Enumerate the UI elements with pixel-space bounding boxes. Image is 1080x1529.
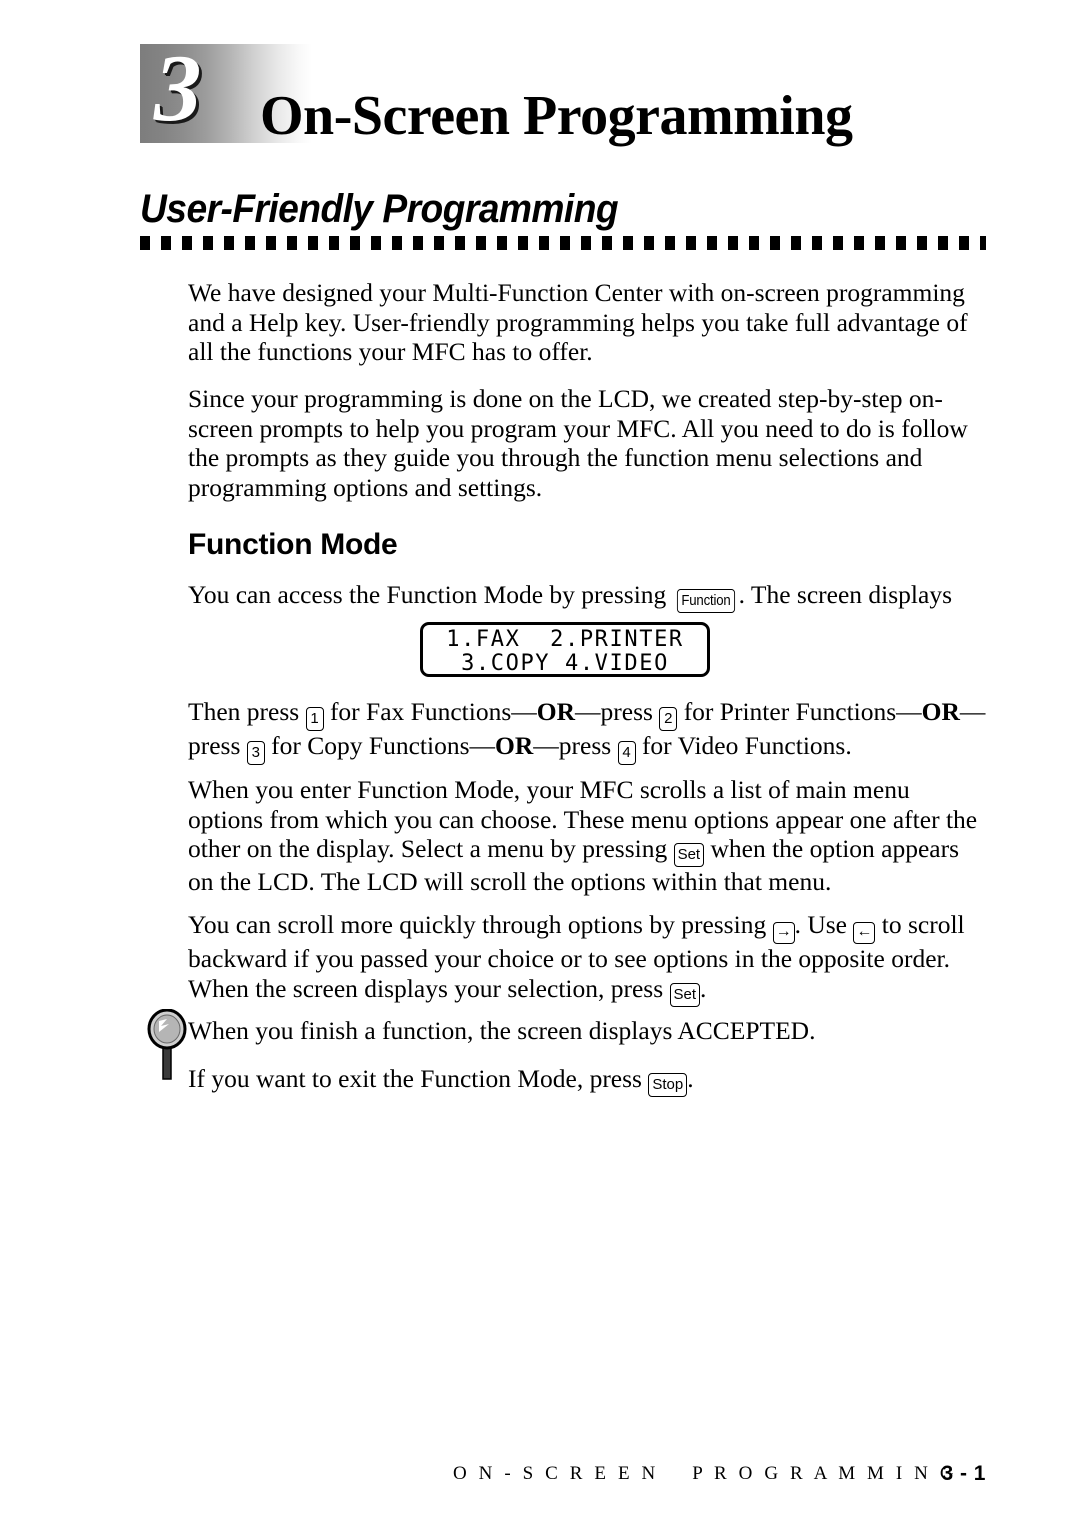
text-fragment: —press — [575, 697, 660, 726]
text-fragment: . — [700, 973, 707, 1003]
text-fragment: for Copy Functions— — [264, 731, 496, 760]
chapter-header: 3 On-Screen Programming — [140, 36, 940, 147]
paragraph-intro-1: We have designed your Multi-Function Cen… — [188, 278, 988, 367]
text-fragment: for Video Functions. — [635, 731, 852, 760]
paragraph-text: Then press 1 for Fax Functions—OR—press … — [188, 697, 988, 765]
paragraph-text: If you want to exit the Function Mode, p… — [188, 1064, 988, 1097]
key-1-glyph[interactable]: 1 — [305, 707, 324, 731]
text-fragment: If you want to exit the Function Mode, p… — [188, 1064, 649, 1093]
or-emphasis: OR — [536, 697, 576, 726]
or-emphasis: OR — [921, 697, 960, 726]
magnifier-icon — [145, 1008, 191, 1081]
paragraph-text: When you finish a function, the screen d… — [188, 1016, 816, 1045]
text-fragment: —press — [533, 731, 618, 760]
text-fragment: . The screen displays — [738, 580, 953, 609]
text-fragment: . — [687, 1064, 694, 1093]
key-2-glyph[interactable]: 2 — [659, 707, 678, 731]
set-key-glyph[interactable]: Set — [673, 843, 705, 867]
lcd-line-2: 3.COPY 4.VIDEO — [461, 651, 669, 676]
lcd-line-1: 1.FAX 2.PRINTER — [446, 627, 684, 652]
paragraph-text: You can access the Function Mode by pres… — [188, 580, 988, 613]
page-footer: O N - S C R E E N P R O G R A M M I N G … — [140, 1462, 986, 1495]
chapter-number: 3 — [154, 35, 202, 141]
section-heading: User-Friendly Programming — [140, 187, 619, 231]
key-3-glyph[interactable]: 3 — [246, 741, 265, 765]
footer-page-number: 3 - 1 — [941, 1462, 986, 1485]
text-fragment: . Use — [794, 910, 854, 939]
text-fragment: You can scroll more quickly through opti… — [188, 910, 773, 939]
paragraph-text: When you enter Function Mode, your MFC s… — [188, 775, 988, 897]
stop-key-glyph[interactable]: Stop — [648, 1073, 688, 1097]
paragraph-press-options: Then press 1 for Fax Functions—OR—press … — [188, 697, 988, 765]
text-fragment: for Fax Functions— — [323, 697, 537, 726]
text-fragment: for Printer Functions — [677, 697, 897, 726]
text-fragment: You can access the Function Mode by pres… — [188, 580, 673, 609]
function-key-glyph[interactable]: Function — [676, 589, 735, 613]
arrow-left-icon[interactable]: ← — [853, 922, 876, 944]
paragraph-function-access: You can access the Function Mode by pres… — [188, 580, 988, 613]
paragraph-text: We have designed your Multi-Function Cen… — [188, 278, 968, 366]
paragraph-quick-scroll: You can scroll more quickly through opti… — [188, 910, 988, 1007]
arrow-right-icon[interactable]: → — [772, 922, 795, 944]
text-fragment: — — [896, 697, 922, 726]
or-emphasis: OR — [495, 731, 534, 760]
text-fragment: Then press — [188, 697, 306, 726]
set-key-glyph[interactable]: Set — [669, 982, 701, 1007]
subheading-function-mode: Function Mode — [188, 528, 398, 561]
footer-chapter-title: O N - S C R E E N P R O G R A M M I N G — [453, 1463, 958, 1484]
section-divider-rule — [140, 236, 986, 250]
paragraph-text: Since your programming is done on the LC… — [188, 384, 968, 502]
paragraph-text: You can scroll more quickly through opti… — [188, 910, 988, 1007]
note-text-exit: If you want to exit the Function Mode, p… — [188, 1064, 988, 1097]
lcd-display: 1.FAX 2.PRINTER 3.COPY 4.VIDEO — [420, 622, 710, 677]
note-text-accepted: When you finish a function, the screen d… — [188, 1016, 988, 1046]
chapter-title: On-Screen Programming — [260, 85, 853, 147]
paragraph-menu-scrolling: When you enter Function Mode, your MFC s… — [188, 775, 988, 897]
key-4-glyph[interactable]: 4 — [617, 741, 636, 765]
paragraph-intro-2: Since your programming is done on the LC… — [188, 384, 988, 502]
